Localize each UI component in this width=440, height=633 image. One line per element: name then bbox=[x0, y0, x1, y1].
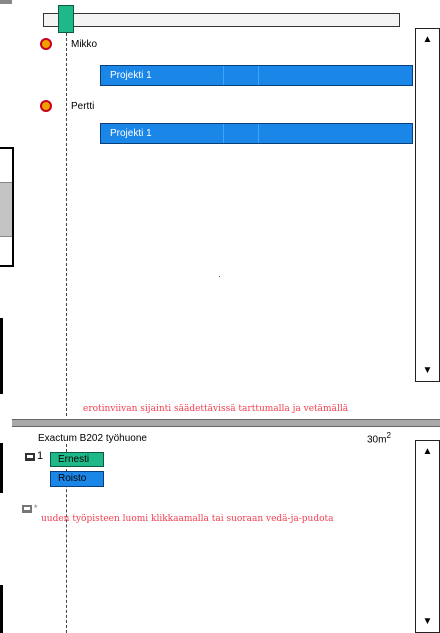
project-bar-label: Projekti 1 bbox=[110, 128, 152, 139]
room-area-exponent: 2 bbox=[386, 431, 391, 440]
timeline-slider-thumb[interactable] bbox=[58, 5, 74, 33]
new-workstation-mark: * bbox=[34, 503, 38, 513]
room-title: Exactum B202 työhuone bbox=[38, 433, 147, 444]
scroll-down-arrow-icon[interactable]: ▼ bbox=[416, 366, 439, 376]
bar-tick bbox=[223, 124, 224, 143]
left-panel-box bbox=[0, 147, 14, 267]
left-panel-fragment bbox=[0, 0, 12, 4]
left-edge-bar-3 bbox=[0, 585, 3, 633]
workstation-occupant[interactable]: Roisto bbox=[50, 471, 104, 487]
left-edge-bar-1 bbox=[0, 318, 3, 394]
bar-tick bbox=[258, 66, 259, 85]
new-workstation-hint: uuden työpisteen luomi klikkaamalla tai … bbox=[41, 514, 334, 524]
project-bar[interactable]: Projekti 1 bbox=[100, 65, 413, 86]
left-edge-bar-2 bbox=[0, 443, 3, 493]
bottom-scrollbar[interactable]: ▲ ▼ bbox=[415, 440, 440, 633]
room-area: 30m2 bbox=[367, 431, 391, 445]
person-icon bbox=[40, 100, 52, 112]
workstation-occupant[interactable]: Ernesti bbox=[50, 452, 104, 467]
workstation-number: 1 bbox=[37, 450, 44, 462]
canvas-dot bbox=[219, 276, 220, 277]
scroll-up-arrow-icon[interactable]: ▲ bbox=[416, 447, 439, 457]
person-name: Pertti bbox=[71, 101, 95, 112]
project-bar[interactable]: Projekti 1 bbox=[100, 123, 413, 144]
project-bar-label: Projekti 1 bbox=[110, 70, 152, 81]
bar-tick bbox=[258, 124, 259, 143]
timeline-slider-track[interactable] bbox=[43, 13, 400, 27]
left-panel-box-fill bbox=[0, 182, 12, 237]
scroll-up-arrow-icon[interactable]: ▲ bbox=[416, 35, 439, 45]
scroll-down-arrow-icon[interactable]: ▼ bbox=[416, 617, 439, 627]
person-name: Mikko bbox=[71, 39, 98, 50]
computer-icon bbox=[25, 453, 35, 461]
divider-hint: erotinviivan sijainti säädettävissä tart… bbox=[83, 404, 349, 414]
person-icon bbox=[40, 38, 52, 50]
room-area-value: 30m bbox=[367, 434, 387, 446]
timeline-marker-line-top[interactable] bbox=[66, 33, 67, 416]
top-scrollbar[interactable]: ▲ ▼ bbox=[415, 28, 440, 382]
computer-icon[interactable] bbox=[22, 505, 32, 513]
splitter-divider[interactable] bbox=[12, 419, 440, 427]
bar-tick bbox=[223, 66, 224, 85]
